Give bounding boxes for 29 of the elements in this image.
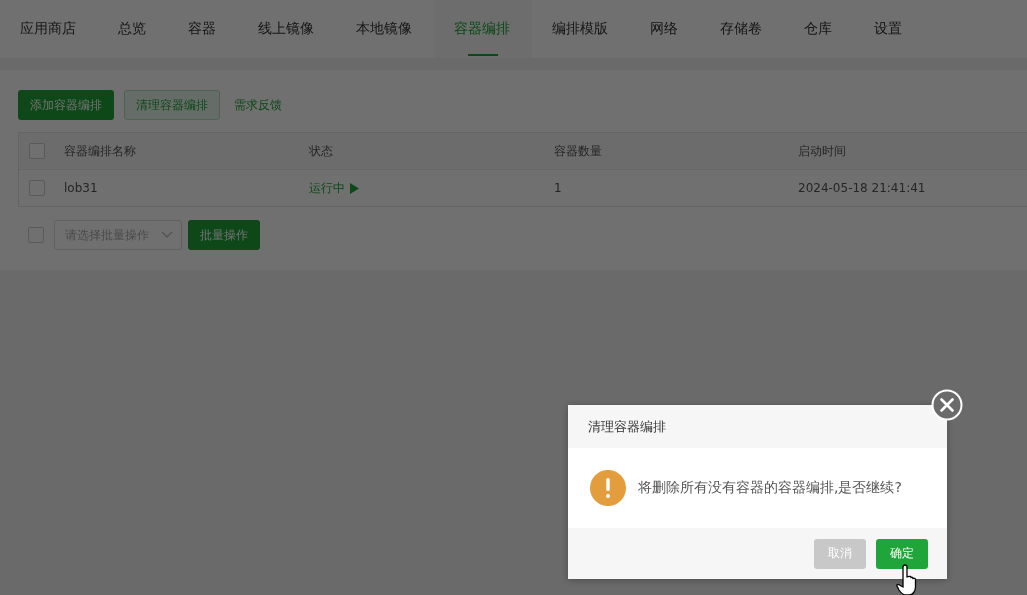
- status-text: 运行中: [309, 179, 345, 197]
- dialog-title: 清理容器编排: [588, 417, 666, 436]
- nav-tab[interactable]: 编排模版: [532, 0, 630, 58]
- close-icon[interactable]: [931, 389, 963, 421]
- table-cell: 1: [554, 181, 562, 195]
- confirm-button[interactable]: 确定: [876, 538, 928, 569]
- nav-tab[interactable]: 应用商店: [0, 0, 98, 58]
- clean-compose-button[interactable]: 清理容器编排: [124, 90, 220, 120]
- nav-tab[interactable]: 容器: [168, 0, 238, 58]
- nav-tab[interactable]: 容器编排: [434, 0, 532, 58]
- nav-tab[interactable]: 本地镜像: [336, 0, 434, 58]
- warning-icon: [590, 470, 626, 506]
- dialog-message: 将删除所有没有容器的容器编排,是否继续?: [638, 479, 902, 497]
- table-cell: lob31: [64, 181, 98, 195]
- nav-tab[interactable]: 线上镜像: [238, 0, 336, 58]
- nav-tab[interactable]: 存储卷: [700, 0, 784, 58]
- nav-tab[interactable]: 总览: [98, 0, 168, 58]
- column-header: 容器数量: [554, 142, 602, 160]
- feedback-link[interactable]: 需求反馈: [234, 96, 282, 114]
- nav-tab[interactable]: 网络: [630, 0, 700, 58]
- column-header: 容器编排名称: [64, 142, 136, 160]
- nav-tab[interactable]: 设置: [854, 0, 924, 58]
- chevron-down-icon: [161, 231, 173, 239]
- column-header: 启动时间: [798, 142, 846, 160]
- nav-tab[interactable]: 仓库: [784, 0, 854, 58]
- batch-action-button[interactable]: 批量操作: [188, 220, 260, 250]
- add-compose-button[interactable]: 添加容器编排: [18, 90, 114, 120]
- column-header: 状态: [309, 142, 333, 160]
- table-cell: 2024-05-18 21:41:41: [798, 181, 926, 195]
